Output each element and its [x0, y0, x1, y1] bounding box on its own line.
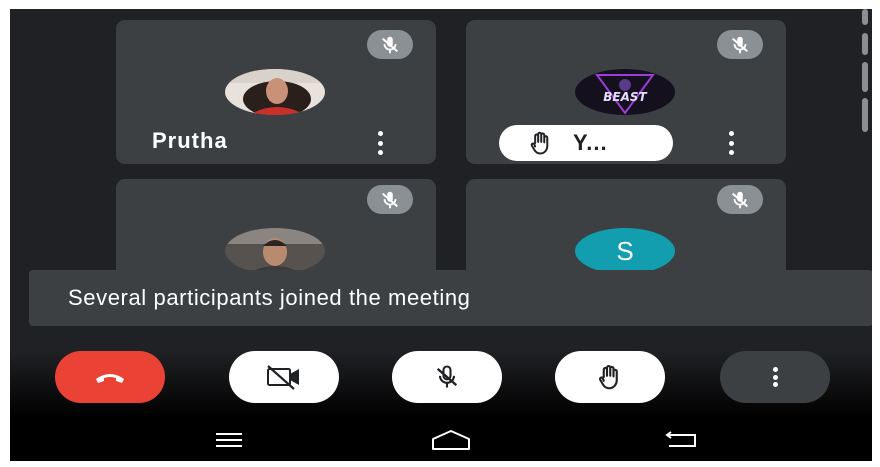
- scrollbar[interactable]: [862, 98, 868, 132]
- more-vert-icon: [771, 367, 779, 387]
- participant-avatar: [225, 228, 325, 274]
- meeting-screen: Prutha BEAST Y... S Several participants…: [10, 9, 872, 461]
- snackbar: Several participants joined the meeting: [29, 270, 872, 326]
- menu-icon: [216, 433, 242, 447]
- scrollbar[interactable]: [862, 9, 868, 25]
- initial-avatar: S: [575, 228, 675, 274]
- scrollbar[interactable]: [862, 33, 868, 55]
- back-icon: [665, 431, 696, 447]
- mic-off-icon: [717, 185, 763, 214]
- avatar-initial: S: [616, 235, 634, 266]
- mic-off-icon: [367, 185, 413, 214]
- svg-text:BEAST: BEAST: [603, 90, 647, 104]
- participant-tile-prutha[interactable]: Prutha: [116, 20, 436, 164]
- back-button[interactable]: [651, 420, 711, 460]
- end-call-button[interactable]: [55, 351, 165, 403]
- home-button[interactable]: [421, 420, 481, 460]
- camera-toggle-button[interactable]: [229, 351, 339, 403]
- home-icon: [432, 430, 470, 450]
- participant-name: Prutha: [152, 128, 228, 153]
- raised-hand-pill: Y...: [499, 125, 673, 161]
- microphone-toggle-button[interactable]: [392, 351, 502, 403]
- participant-tile-y[interactable]: BEAST Y...: [466, 20, 786, 164]
- mic-off-icon: [717, 30, 763, 59]
- raise-hand-button[interactable]: [555, 351, 665, 403]
- more-options-button[interactable]: [720, 351, 830, 403]
- more-vert-icon[interactable]: [376, 131, 384, 155]
- hand-icon: [530, 131, 549, 155]
- more-vert-icon[interactable]: [727, 131, 735, 155]
- phone-hangup-icon: [96, 374, 124, 383]
- participant-avatar: [225, 69, 325, 115]
- hand-icon: [599, 365, 618, 390]
- snackbar-text: Several participants joined the meeting: [68, 285, 471, 310]
- recent-apps-button[interactable]: [199, 420, 259, 460]
- system-navigation-bar: [10, 420, 872, 460]
- camera-off-icon: [267, 365, 299, 390]
- participant-avatar: BEAST: [575, 69, 675, 115]
- scrollbar[interactable]: [862, 62, 868, 92]
- mic-off-icon: [367, 30, 413, 59]
- participant-name: Y...: [573, 130, 608, 155]
- mic-off-icon: [436, 365, 458, 388]
